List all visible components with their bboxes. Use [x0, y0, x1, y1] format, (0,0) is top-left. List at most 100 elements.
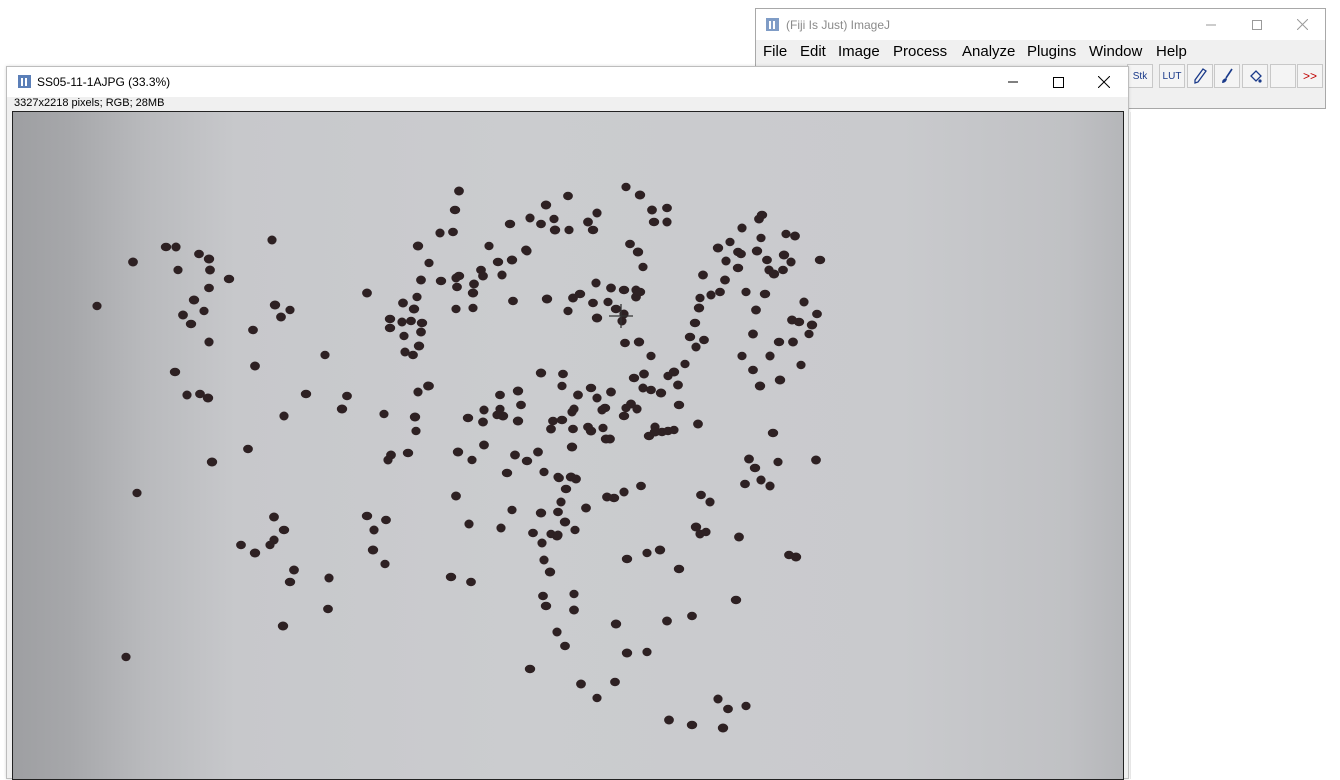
- seed-blob: [435, 276, 447, 286]
- stk-label: Stk: [1132, 70, 1148, 82]
- lut-tool-button[interactable]: LUT: [1159, 64, 1185, 88]
- seed-blob: [557, 381, 567, 391]
- seed-blob: [754, 381, 766, 391]
- menu-help[interactable]: Help: [1156, 43, 1187, 60]
- minimize-button[interactable]: [1188, 9, 1234, 40]
- seed-blob: [587, 225, 599, 235]
- fiji-titlebar[interactable]: (Fiji Is Just) ImageJ: [756, 9, 1325, 40]
- seed-blob: [512, 386, 524, 396]
- close-icon: [1098, 76, 1110, 88]
- seed-blob: [673, 380, 683, 390]
- menu-file[interactable]: File: [763, 43, 787, 60]
- seed-blob: [634, 287, 646, 297]
- seed-blob: [751, 305, 761, 315]
- seed-blob: [734, 532, 744, 542]
- seed-blob: [173, 265, 183, 275]
- seed-blob: [696, 490, 706, 500]
- menu-window[interactable]: Window: [1089, 43, 1142, 60]
- seed-blob: [687, 611, 697, 621]
- seed-blob: [408, 350, 418, 360]
- seed-blob: [462, 413, 474, 423]
- seed-blob: [549, 225, 561, 235]
- seed-blob: [699, 335, 709, 345]
- menu-analyze[interactable]: Analyze: [962, 43, 1015, 60]
- seed-blob: [570, 525, 580, 535]
- seed-blob: [573, 390, 583, 400]
- maximize-icon: [1252, 19, 1262, 30]
- seed-blob: [730, 595, 742, 605]
- close-button[interactable]: [1279, 9, 1325, 40]
- pencil-tool-button[interactable]: [1187, 64, 1213, 88]
- seed-blob: [267, 235, 277, 245]
- seed-blob: [706, 290, 716, 300]
- seed-blob: [581, 503, 591, 513]
- seed-blob: [402, 448, 414, 458]
- seed-blob: [269, 512, 279, 522]
- seed-blob: [680, 359, 690, 369]
- seed-blob: [367, 545, 379, 555]
- seed-blob: [248, 325, 258, 335]
- seed-blob: [128, 257, 138, 267]
- seed-blob: [740, 479, 750, 489]
- seed-blob: [397, 317, 407, 327]
- seed-blob: [413, 387, 423, 397]
- seed-blob: [451, 273, 461, 283]
- menu-process[interactable]: Process: [893, 43, 947, 60]
- seed-blob: [602, 492, 612, 502]
- seed-blob: [725, 237, 735, 247]
- seed-blob: [621, 182, 631, 192]
- seed-blob: [492, 410, 502, 420]
- image-maximize-button[interactable]: [1035, 67, 1081, 97]
- image-minimize-button[interactable]: [990, 67, 1036, 97]
- more-tools-button[interactable]: >>: [1297, 64, 1323, 88]
- seed-blob: [538, 591, 548, 601]
- maximize-button[interactable]: [1234, 9, 1280, 40]
- seed-blob: [541, 294, 553, 304]
- menu-plugins[interactable]: Plugins: [1027, 43, 1076, 60]
- menu-edit[interactable]: Edit: [800, 43, 826, 60]
- seed-blob: [320, 350, 330, 360]
- seed-blob: [563, 191, 573, 201]
- seed-blob: [588, 298, 598, 308]
- flood-fill-tool-button[interactable]: [1242, 64, 1268, 88]
- seed-blob: [522, 246, 532, 256]
- seed-blob: [799, 297, 809, 307]
- image-titlebar[interactable]: SS05-11-1AJPG (33.3%): [7, 67, 1128, 97]
- menu-image[interactable]: Image: [838, 43, 880, 60]
- seed-blob: [773, 337, 785, 347]
- seed-blob: [691, 342, 701, 352]
- brush-tool-button[interactable]: [1214, 64, 1240, 88]
- seed-blob: [610, 677, 620, 687]
- seed-blob: [479, 405, 489, 415]
- seed-blob: [790, 231, 800, 241]
- brush-icon: [1222, 68, 1233, 83]
- seed-blob: [662, 616, 672, 626]
- fiji-window-title: (Fiji Is Just) ImageJ: [786, 18, 891, 32]
- seed-blob: [632, 247, 644, 257]
- seed-blob: [478, 271, 488, 281]
- image-close-button[interactable]: [1081, 67, 1127, 97]
- seed-blob: [591, 313, 603, 323]
- stack-tool-button[interactable]: Stk: [1127, 64, 1153, 88]
- seed-blob: [451, 491, 461, 501]
- seed-blob: [574, 289, 586, 299]
- seed-blob: [452, 447, 464, 457]
- seed-blob: [621, 648, 633, 658]
- seed-blob: [737, 351, 747, 361]
- image-canvas[interactable]: [12, 111, 1124, 780]
- seed-blob: [384, 323, 396, 333]
- seed-blob: [768, 269, 780, 279]
- seed-blob: [812, 309, 822, 319]
- seed-blob: [773, 457, 783, 467]
- empty-tool-slot[interactable]: [1270, 64, 1296, 88]
- seed-blob: [565, 472, 577, 482]
- seed-blob: [524, 664, 536, 674]
- seed-blob: [468, 303, 478, 313]
- seed-blob: [646, 385, 656, 395]
- seed-blob: [469, 279, 479, 289]
- seed-blob: [546, 424, 556, 434]
- seed-image: [92, 182, 826, 733]
- seed-blob: [249, 548, 261, 558]
- seed-blob: [756, 233, 766, 243]
- image-window[interactable]: SS05-11-1AJPG (33.3%) 3327x2218 pixels; …: [6, 66, 1129, 780]
